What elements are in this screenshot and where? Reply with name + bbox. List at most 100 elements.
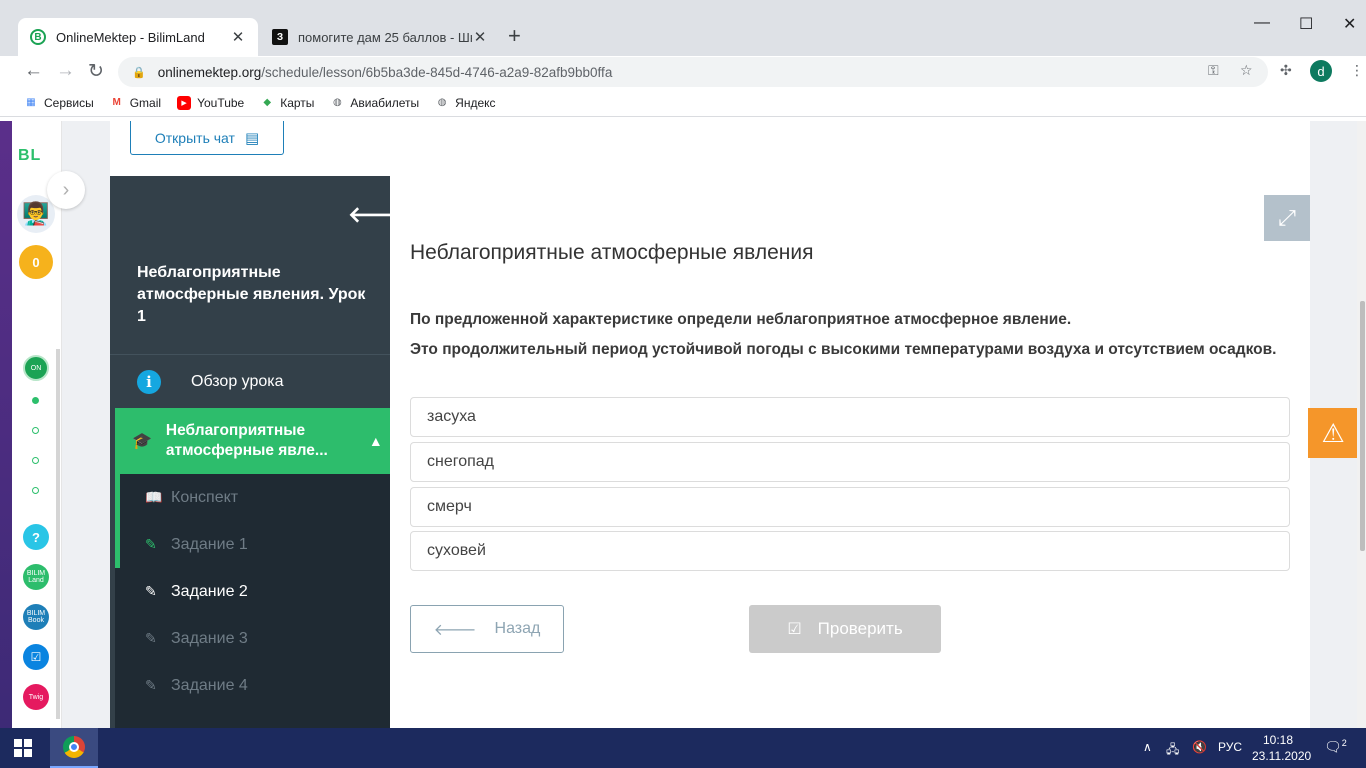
help-icon[interactable]: ? bbox=[23, 524, 49, 550]
chevron-up-icon[interactable]: ▲ bbox=[369, 433, 383, 449]
lesson-item-konspekt[interactable]: 📖 Конспект bbox=[115, 474, 390, 521]
bookmark-gmail[interactable]: M Gmail bbox=[110, 96, 162, 110]
rail-dot[interactable] bbox=[32, 397, 39, 404]
lesson-item-task-4[interactable]: ✎ Задание 4 bbox=[115, 662, 390, 709]
twig-app-icon[interactable]: Twig bbox=[23, 684, 49, 710]
browser-toolbar: ← → ↻ 🔒 onlinemektep.org/schedule/lesson… bbox=[0, 56, 1366, 89]
edit-icon: ✎ bbox=[145, 677, 157, 693]
lesson-title: Неблагоприятные атмосферные явления. Уро… bbox=[137, 264, 366, 325]
collapse-panel-arrow-icon[interactable]: 🡐 bbox=[348, 202, 390, 228]
answer-option[interactable]: снегопад bbox=[410, 442, 1290, 482]
clock-time: 10:18 bbox=[1262, 733, 1294, 747]
bookmarks-bar: ▦ Сервисы M Gmail ▶ YouTube ◆ Карты ◍ Ав… bbox=[0, 89, 1366, 117]
bookmark-label: Авиабилеты bbox=[350, 95, 420, 110]
new-tab-button[interactable]: + bbox=[508, 24, 521, 48]
maps-icon: ◆ bbox=[263, 97, 272, 108]
bookmark-youtube[interactable]: ▶ YouTube bbox=[177, 95, 245, 110]
tray-chevron-up-icon[interactable]: ∧ bbox=[1143, 740, 1152, 754]
windows-taskbar: ∧ 🖧 🔇 РУС 10:18 23.11.2020 🗨2 bbox=[0, 728, 1366, 768]
back-button[interactable]: 🡐 Назад bbox=[410, 605, 564, 653]
close-tab-icon[interactable]: ✕ bbox=[230, 28, 246, 46]
fullscreen-expand-icon[interactable]: ⤢ bbox=[1264, 195, 1310, 241]
report-warning-icon[interactable]: ⚠ bbox=[1308, 408, 1358, 458]
bilimland-favicon-icon: B bbox=[30, 29, 46, 45]
edit-icon: ✎ bbox=[145, 536, 157, 552]
answer-option[interactable]: суховей bbox=[410, 531, 1290, 571]
bookmark-label: Карты bbox=[280, 95, 315, 110]
lesson-overview-item[interactable]: i Обзор урока bbox=[110, 354, 390, 408]
bookmark-maps[interactable]: ◆ Карты bbox=[260, 96, 314, 110]
edit-icon: ✎ bbox=[145, 583, 157, 599]
language-indicator[interactable]: РУС bbox=[1218, 740, 1242, 754]
menu-kebab-icon[interactable]: ⋮ bbox=[1350, 62, 1364, 79]
notifications-icon[interactable]: 🗨2 bbox=[1324, 738, 1347, 756]
notification-count: 2 bbox=[1341, 738, 1347, 748]
bookmark-label: YouTube bbox=[197, 95, 245, 110]
question-instruction: По предложенной характеристике определи … bbox=[410, 311, 1072, 328]
system-clock[interactable]: 10:18 23.11.2020 bbox=[1252, 732, 1312, 764]
volume-muted-icon[interactable]: 🔇 bbox=[1192, 740, 1207, 754]
bookmark-yandex[interactable]: ◍ Яндекс bbox=[435, 95, 496, 110]
address-bar[interactable]: 🔒 onlinemektep.org/schedule/lesson/6b5ba… bbox=[118, 57, 1268, 87]
answer-option[interactable]: смерч bbox=[410, 487, 1290, 527]
answer-option[interactable]: засуха bbox=[410, 397, 1290, 437]
globe-icon: ◍ bbox=[437, 97, 447, 108]
profile-avatar[interactable]: d bbox=[1310, 60, 1332, 82]
section-label: Неблагоприятные атмосферные явле... bbox=[165, 422, 328, 459]
bookmark-flights[interactable]: ◍ Авиабилеты bbox=[330, 96, 419, 110]
minimize-icon[interactable]: — bbox=[1254, 14, 1270, 32]
edit-icon: ✎ bbox=[145, 630, 157, 646]
rail-scroll-track bbox=[56, 349, 60, 719]
tab-znanija[interactable]: З помогите дам 25 баллов - Школ ✕ bbox=[260, 18, 500, 56]
open-chat-button[interactable]: Открыть чат ▤ bbox=[130, 121, 284, 155]
clock-date: 23.11.2020 bbox=[1252, 749, 1312, 763]
bilimland-app-icon[interactable]: BILIM Land bbox=[23, 564, 49, 590]
onlinemektep-app-icon[interactable]: ON bbox=[23, 355, 49, 381]
chrome-taskbar-button[interactable] bbox=[50, 728, 98, 768]
chrome-icon bbox=[63, 736, 85, 758]
rail-dot[interactable] bbox=[32, 457, 39, 464]
rail-dot[interactable] bbox=[32, 487, 39, 494]
url-path: /schedule/lesson/6b5ba3de-845d-4746-a2a9… bbox=[261, 64, 613, 80]
close-tab-icon[interactable]: ✕ bbox=[472, 28, 488, 46]
apps-grid-icon: ▦ bbox=[26, 97, 36, 108]
browser-tab-bar: B OnlineMektep - BilimLand ✕ З помогите … bbox=[0, 0, 1366, 56]
checklist-app-icon[interactable]: ☑ bbox=[23, 644, 49, 670]
lesson-item-task-1[interactable]: ✎ Задание 1 bbox=[115, 521, 390, 568]
arrow-left-icon: 🡐 bbox=[433, 621, 477, 639]
lesson-item-label: Задание 4 bbox=[171, 676, 248, 694]
reload-icon[interactable]: ↻ bbox=[88, 60, 104, 83]
check-button[interactable]: ☑ Проверить bbox=[749, 605, 941, 653]
open-chat-label: Открыть чат bbox=[154, 129, 235, 146]
tab-title: помогите дам 25 баллов - Школ bbox=[298, 29, 472, 45]
bookmark-label: Яндекс bbox=[455, 95, 496, 110]
close-window-icon[interactable]: ✕ bbox=[1343, 14, 1356, 34]
tab-onlinemektep[interactable]: B OnlineMektep - BilimLand ✕ bbox=[18, 18, 258, 56]
rail-expand-chevron-icon[interactable]: › bbox=[47, 171, 85, 209]
lesson-item-task-2[interactable]: ✎ Задание 2 bbox=[115, 568, 390, 615]
lesson-items-list: 📖 Конспект ✎ Задание 1 ✎ Задание 2 ✎ Зад… bbox=[115, 474, 390, 728]
page-scrollbar-thumb[interactable] bbox=[1360, 301, 1365, 551]
windows-start-icon[interactable] bbox=[14, 739, 32, 757]
bilimbook-app-icon[interactable]: BILIM Book bbox=[23, 604, 49, 630]
key-icon[interactable]: ⚿ bbox=[1208, 62, 1219, 79]
lesson-item-task-3[interactable]: ✎ Задание 3 bbox=[115, 615, 390, 662]
bilimland-logo: BL bbox=[18, 147, 42, 164]
maximize-icon[interactable]: ☐ bbox=[1299, 14, 1313, 34]
lesson-item-label: Задание 1 bbox=[171, 535, 248, 553]
forward-icon[interactable]: → bbox=[56, 60, 75, 82]
network-icon[interactable]: 🖧 bbox=[1166, 740, 1179, 761]
lesson-section-header[interactable]: 🎓 Неблагоприятные атмосферные явле... ▲ bbox=[115, 408, 390, 474]
rail-dot[interactable] bbox=[32, 427, 39, 434]
back-icon[interactable]: ← bbox=[24, 60, 43, 82]
book-icon: 📖 bbox=[145, 489, 163, 505]
bookmark-label: Сервисы bbox=[44, 95, 94, 110]
lesson-nav-panel: 🡐 Неблагоприятные атмосферные явления. У… bbox=[110, 176, 390, 728]
star-icon[interactable]: ☆ bbox=[1240, 62, 1253, 79]
info-icon: i bbox=[137, 369, 161, 394]
score-badge[interactable]: 0 bbox=[19, 245, 53, 279]
page-viewport: BL 👨‍🏫 0 ON ? BILIM Land BILIM Book ☑ Tw… bbox=[0, 121, 1366, 728]
lesson-item-label: Задание 3 bbox=[171, 629, 248, 647]
extensions-icon[interactable]: ✣ bbox=[1280, 62, 1292, 79]
bookmark-services[interactable]: ▦ Сервисы bbox=[24, 95, 94, 110]
